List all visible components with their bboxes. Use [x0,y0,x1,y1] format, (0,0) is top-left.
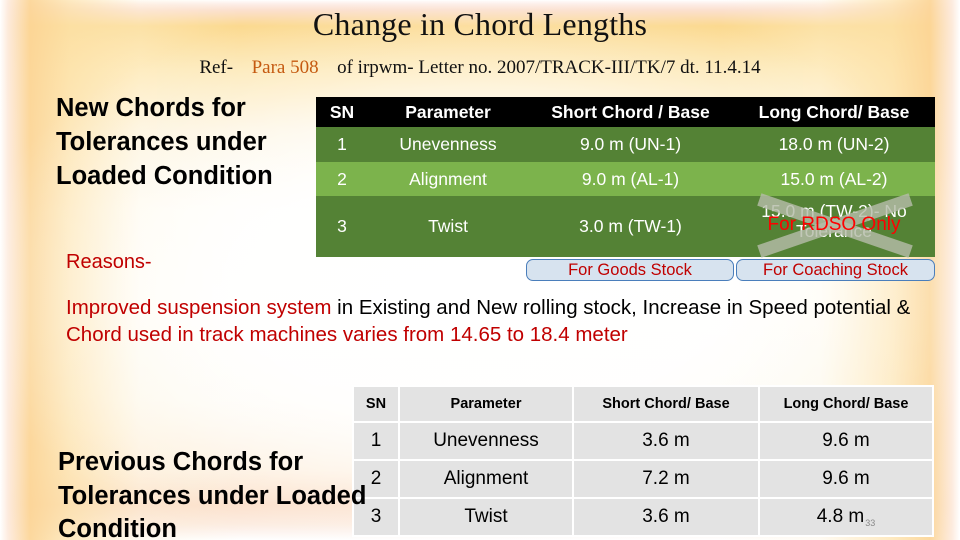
cell-short: 7.2 m [574,461,758,497]
subtitle-rest: of irpwm- Letter no. 2007/TRACK-III/TK/7… [337,57,761,78]
cell-parameter: Alignment [400,461,572,497]
table-row: 1 Unevenness 9.0 m (UN-1) 18.0 m (UN-2) [316,127,935,162]
subtitle-para-highlight: Para 508 [251,57,319,78]
col-header-short-chord: Short Chord/ Base [574,387,758,421]
cell-long: 4.8 m [816,505,865,527]
for-coaching-stock-button[interactable]: For Coaching Stock [736,259,935,281]
col-header-long-chord: Long Chord/ Base [733,97,935,127]
page-title: Change in Chord Lengths [312,6,648,42]
cell-long-struck-out: 15.0 m (TW-2)- No Tolerance For RDSO Onl… [733,193,935,258]
reasons-text-part-2: in Existing and New rolling stock, Incre… [331,296,911,319]
reasons-text-part-3: Chord used in track machines varies from… [66,323,628,347]
table-row: 2 Alignment 9.0 m (AL-1) 15.0 m (AL-2) [316,162,935,196]
cell-long: 9.6 m [760,423,932,459]
reasons-paragraph: Improved suspension system in Existing a… [66,294,928,349]
cell-long: 15.0 m (AL-2) [733,162,935,196]
table-row: 2 Alignment 7.2 m 9.6 m [354,461,932,497]
col-header-parameter: Parameter [368,97,528,127]
subtitle-lead: Ref- [199,57,234,78]
for-goods-stock-button[interactable]: For Goods Stock [526,259,734,281]
slide-canvas: Change in Chord Lengths Ref- Para 508 of… [0,0,960,540]
cell-short: 9.0 m (UN-1) [528,127,733,162]
previous-chords-table: SN Parameter Short Chord/ Base Long Chor… [352,385,934,537]
cell-short: 9.0 m (AL-1) [528,162,733,196]
cell-parameter: Twist [368,196,528,257]
cell-long: 18.0 m (UN-2) [733,127,935,162]
col-header-long-chord: Long Chord/ Base [760,387,932,421]
cell-short: 3.0 m (TW-1) [528,196,733,257]
cell-long-with-page-number: 4.8 m33 [760,499,932,535]
new-chords-heading: New Chords for Tolerances under Loaded C… [56,94,273,190]
new-chords-table: SN Parameter Short Chord / Base Long Cho… [316,97,935,258]
cell-short: 3.6 m [574,423,758,459]
cell-sn: 3 [316,196,368,257]
table-row: 1 Unevenness 3.6 m 9.6 m [354,423,932,459]
slide-page-number: 33 [865,518,876,529]
table-row: 3 Twist 3.0 m (TW-1) 15.0 m (TW-2)- No T… [316,193,935,258]
reasons-text-part-1: Improved suspension system [66,296,332,319]
col-header-parameter: Parameter [400,387,572,421]
rdso-only-overlay-label: For RDSO Only [767,214,901,235]
reference-subtitle: Ref- Para 508 of irpwm- Letter no. 2007/… [0,57,960,79]
cell-long: 9.6 m [760,461,932,497]
cell-parameter: Unevenness [400,423,572,459]
previous-chords-heading: Previous Chords for Tolerances under Loa… [58,448,367,540]
col-header-sn: SN [354,387,398,421]
col-header-short-chord: Short Chord / Base [528,97,733,127]
cell-parameter: Unevenness [368,127,528,162]
table-header-row: SN Parameter Short Chord / Base Long Cho… [316,97,935,127]
cell-short: 3.6 m [574,499,758,535]
struck-out-value-wrapper: 15.0 m (TW-2)- No Tolerance For RDSO Onl… [733,193,935,258]
reasons-label: Reasons- [66,251,152,273]
table-row: 3 Twist 3.6 m 4.8 m33 [354,499,932,535]
cell-parameter: Twist [400,499,572,535]
cell-parameter: Alignment [368,162,528,196]
table-header-row: SN Parameter Short Chord/ Base Long Chor… [354,387,932,421]
